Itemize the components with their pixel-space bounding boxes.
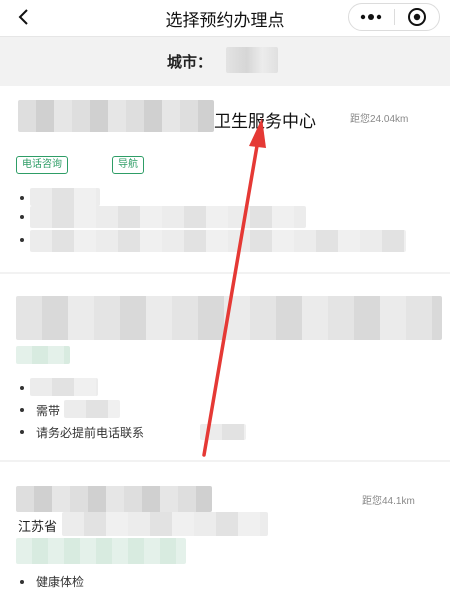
- card1-distance: 距您24.04km: [350, 114, 409, 125]
- card1-name-redacted: [18, 100, 214, 132]
- card2-name-redacted: [16, 296, 442, 340]
- card3-address-redacted: [62, 512, 268, 536]
- more-button[interactable]: [349, 4, 394, 30]
- card1-line3-redacted: [30, 230, 406, 252]
- card3-distance: 距您44.1km: [362, 496, 415, 507]
- card2-note-1: 需带: [36, 404, 61, 418]
- card1-line2-redacted: [30, 206, 306, 228]
- bullet-dot: [20, 215, 24, 219]
- bullet-dot: [20, 430, 24, 434]
- card2-line1-redacted: [30, 378, 98, 396]
- city-selector[interactable]: 城市：: [0, 37, 450, 85]
- nav-bar: 选择预约办理点: [0, 0, 450, 37]
- card2-note-1-redacted: [64, 400, 120, 418]
- navigate-button[interactable]: 导航: [112, 156, 144, 174]
- close-mini-program-button[interactable]: [394, 4, 439, 30]
- card3-service: 健康体检: [36, 575, 85, 589]
- bullet-dot: [20, 238, 24, 242]
- card1-name-visible: 卫生服务中心: [214, 112, 316, 131]
- bullet-dot: [20, 386, 24, 390]
- city-value-redacted: [226, 47, 278, 73]
- card2-note-2-redacted: [200, 424, 246, 440]
- card3-address: 江苏省: [18, 519, 58, 534]
- mini-program-capsule: [348, 3, 440, 31]
- call-button[interactable]: 电话咨询: [16, 156, 68, 174]
- bullet-dot: [20, 408, 24, 412]
- city-label: 城市：: [167, 54, 213, 71]
- card2-tag-redacted: [16, 346, 70, 364]
- target-circle-icon: [407, 8, 426, 26]
- card3-name-redacted: [16, 486, 212, 512]
- more-dots-icon: [361, 14, 382, 20]
- bullet-dot: [20, 196, 24, 200]
- card3-tag-redacted: [16, 538, 186, 564]
- bullet-dot: [20, 580, 24, 584]
- card1-line1-redacted: [30, 188, 100, 206]
- card2-note-2: 请务必提前电话联系: [36, 426, 145, 440]
